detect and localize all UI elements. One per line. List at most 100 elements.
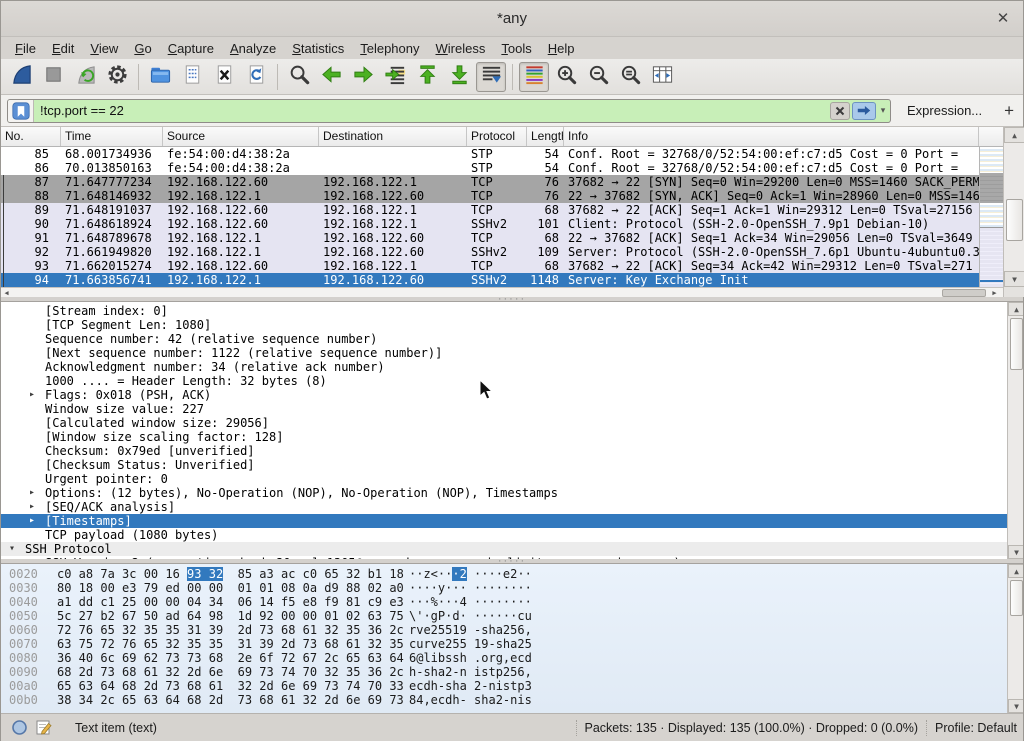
detail-line[interactable]: ▸[Timestamps] xyxy=(1,514,1008,528)
hex-row[interactable]: 00a065 63 64 68 2d 73 68 61 32 2d 6e 69 … xyxy=(1,679,1008,693)
filter-apply-button[interactable] xyxy=(852,102,876,120)
start-capture-button[interactable] xyxy=(6,62,36,92)
filter-clear-button[interactable] xyxy=(830,102,850,120)
detail-line[interactable]: ▸[SEQ/ACK analysis] xyxy=(1,500,1008,514)
display-filter-field[interactable]: ▾ xyxy=(7,99,891,123)
auto-scroll-toggle[interactable] xyxy=(476,62,506,92)
hex-row[interactable]: 003080 18 00 e3 79 ed 00 00 01 01 08 0a … xyxy=(1,581,1008,595)
expand-icon[interactable]: ▸ xyxy=(29,500,35,514)
detail-line[interactable]: [Checksum Status: Unverified] xyxy=(1,458,1008,472)
detail-line[interactable]: Urgent pointer: 0 xyxy=(1,472,1008,486)
add-filter-button[interactable]: + xyxy=(994,101,1024,121)
hex-vscrollbar[interactable]: ▲ ▼ xyxy=(1007,564,1023,713)
hex-row[interactable]: 00505c 27 b2 67 50 ad 64 98 1d 92 00 00 … xyxy=(1,609,1008,623)
packet-row[interactable]: 8771.647777234192.168.122.60192.168.122.… xyxy=(1,175,979,189)
scroll-up-arrow[interactable]: ▲ xyxy=(1004,127,1024,143)
go-back-button[interactable] xyxy=(316,62,346,92)
profile-indicator[interactable]: Profile: Default xyxy=(935,721,1017,735)
packet-row[interactable]: 9371.662015274192.168.122.60192.168.122.… xyxy=(1,259,979,273)
collapse-icon[interactable]: ▾ xyxy=(9,542,15,556)
scroll-down-arrow[interactable]: ▼ xyxy=(1004,271,1024,287)
close-window-button[interactable]: ✕ xyxy=(993,9,1013,29)
capture-options-button[interactable] xyxy=(102,62,132,92)
packet-row[interactable]: 9171.648789678192.168.122.1192.168.122.6… xyxy=(1,231,979,245)
go-to-packet-button[interactable] xyxy=(380,62,410,92)
detail-line[interactable]: [TCP Segment Len: 1080] xyxy=(1,318,1008,332)
detail-line[interactable]: 1000 .... = Header Length: 32 bytes (8) xyxy=(1,374,1008,388)
menu-item-help[interactable]: Help xyxy=(540,39,583,58)
detail-line[interactable]: ▾SSH Protocol xyxy=(1,542,1008,556)
zoom-in-button[interactable] xyxy=(551,62,581,92)
scroll-down-arrow[interactable]: ▼ xyxy=(1008,545,1023,559)
hex-row[interactable]: 0040a1 dd c1 25 00 00 04 34 06 14 f5 e8 … xyxy=(1,595,1008,609)
scrollbar-thumb[interactable] xyxy=(1006,199,1023,241)
expand-icon[interactable]: ▸ xyxy=(29,514,35,528)
scroll-down-arrow[interactable]: ▼ xyxy=(1008,699,1023,713)
filter-history-dropdown[interactable]: ▾ xyxy=(876,102,890,120)
hex-row[interactable]: 006072 76 65 32 35 35 31 39 2d 73 68 61 … xyxy=(1,623,1008,637)
column-header-protocol[interactable]: Protocol xyxy=(467,127,527,146)
details-vscrollbar[interactable]: ▲ ▼ xyxy=(1007,302,1023,559)
expand-icon[interactable]: ▸ xyxy=(29,486,35,500)
hex-row[interactable]: 009068 2d 73 68 61 32 2d 6e 69 73 74 70 … xyxy=(1,665,1008,679)
restart-capture-button[interactable] xyxy=(70,62,100,92)
packet-list-vscrollbar[interactable]: ▲ ▼ xyxy=(1003,127,1024,287)
menu-item-edit[interactable]: Edit xyxy=(44,39,82,58)
menu-item-view[interactable]: View xyxy=(82,39,126,58)
hex-row[interactable]: 00b038 34 2c 65 63 64 68 2d 73 68 61 32 … xyxy=(1,693,1008,707)
menu-item-telephony[interactable]: Telephony xyxy=(352,39,427,58)
packet-row[interactable]: 9071.648618924192.168.122.60192.168.122.… xyxy=(1,217,979,231)
save-file-button[interactable] xyxy=(177,62,207,92)
expression-button[interactable]: Expression... xyxy=(891,103,994,118)
detail-line[interactable]: ▸Options: (12 bytes), No-Operation (NOP)… xyxy=(1,486,1008,500)
detail-line[interactable]: TCP payload (1080 bytes) xyxy=(1,528,1008,542)
colorize-toggle[interactable] xyxy=(519,62,549,92)
detail-line[interactable]: [Stream index: 0] xyxy=(1,304,1008,318)
menu-item-tools[interactable]: Tools xyxy=(493,39,539,58)
hex-row[interactable]: 008036 40 6c 69 62 73 73 68 2e 6f 72 67 … xyxy=(1,651,1008,665)
detail-line[interactable]: Window size value: 227 xyxy=(1,402,1008,416)
detail-line[interactable]: [Next sequence number: 1122 (relative se… xyxy=(1,346,1008,360)
menu-item-wireless[interactable]: Wireless xyxy=(428,39,494,58)
hscrollbar-thumb[interactable] xyxy=(942,289,986,297)
resize-columns-button[interactable] xyxy=(647,62,677,92)
detail-line[interactable]: ▸Flags: 0x018 (PSH, ACK) xyxy=(1,388,1008,402)
column-header-time[interactable]: Time xyxy=(61,127,163,146)
expand-icon[interactable]: ▸ xyxy=(29,388,35,402)
intelligent-scrollbar-minimap[interactable] xyxy=(979,147,1003,287)
expert-info-button[interactable] xyxy=(11,719,28,736)
zoom-out-button[interactable] xyxy=(583,62,613,92)
menu-item-statistics[interactable]: Statistics xyxy=(284,39,352,58)
packet-row[interactable]: 9271.661949820192.168.122.1192.168.122.6… xyxy=(1,245,979,259)
open-file-button[interactable] xyxy=(145,62,175,92)
column-header-length[interactable]: Length xyxy=(527,127,564,146)
detail-line[interactable]: Checksum: 0x79ed [unverified] xyxy=(1,444,1008,458)
column-header-no[interactable]: No. xyxy=(1,127,61,146)
packet-row[interactable]: 8568.001734936fe:54:00:d4:38:2aSTP54Conf… xyxy=(1,147,979,161)
go-forward-button[interactable] xyxy=(348,62,378,92)
detail-line[interactable]: [Window size scaling factor: 128] xyxy=(1,430,1008,444)
menu-item-go[interactable]: Go xyxy=(126,39,159,58)
capture-comment-button[interactable] xyxy=(36,719,53,736)
packet-row[interactable]: 9471.663856741192.168.122.1192.168.122.6… xyxy=(1,273,979,287)
menu-item-capture[interactable]: Capture xyxy=(160,39,222,58)
stop-capture-button[interactable] xyxy=(38,62,68,92)
column-header-info[interactable]: Info xyxy=(564,127,979,146)
packet-row[interactable]: 8670.013850163fe:54:00:d4:38:2aSTP54Conf… xyxy=(1,161,979,175)
go-to-top-button[interactable] xyxy=(412,62,442,92)
filter-bookmark-button[interactable] xyxy=(8,100,34,122)
column-header-source[interactable]: Source xyxy=(163,127,319,146)
scrollbar-thumb[interactable] xyxy=(1010,580,1023,616)
hex-row[interactable]: 007063 75 72 76 65 32 35 35 31 39 2d 73 … xyxy=(1,637,1008,651)
display-filter-input[interactable] xyxy=(34,101,830,121)
detail-line[interactable]: Acknowledgment number: 34 (relative ack … xyxy=(1,360,1008,374)
reload-file-button[interactable] xyxy=(241,62,271,92)
column-header-destination[interactable]: Destination xyxy=(319,127,467,146)
find-packet-button[interactable] xyxy=(284,62,314,92)
close-file-button[interactable] xyxy=(209,62,239,92)
packet-row[interactable]: 8871.648146932192.168.122.1192.168.122.6… xyxy=(1,189,979,203)
scrollbar-thumb[interactable] xyxy=(1010,318,1023,370)
detail-line[interactable]: Sequence number: 42 (relative sequence n… xyxy=(1,332,1008,346)
menu-item-analyze[interactable]: Analyze xyxy=(222,39,284,58)
detail-line[interactable]: [Calculated window size: 29056] xyxy=(1,416,1008,430)
